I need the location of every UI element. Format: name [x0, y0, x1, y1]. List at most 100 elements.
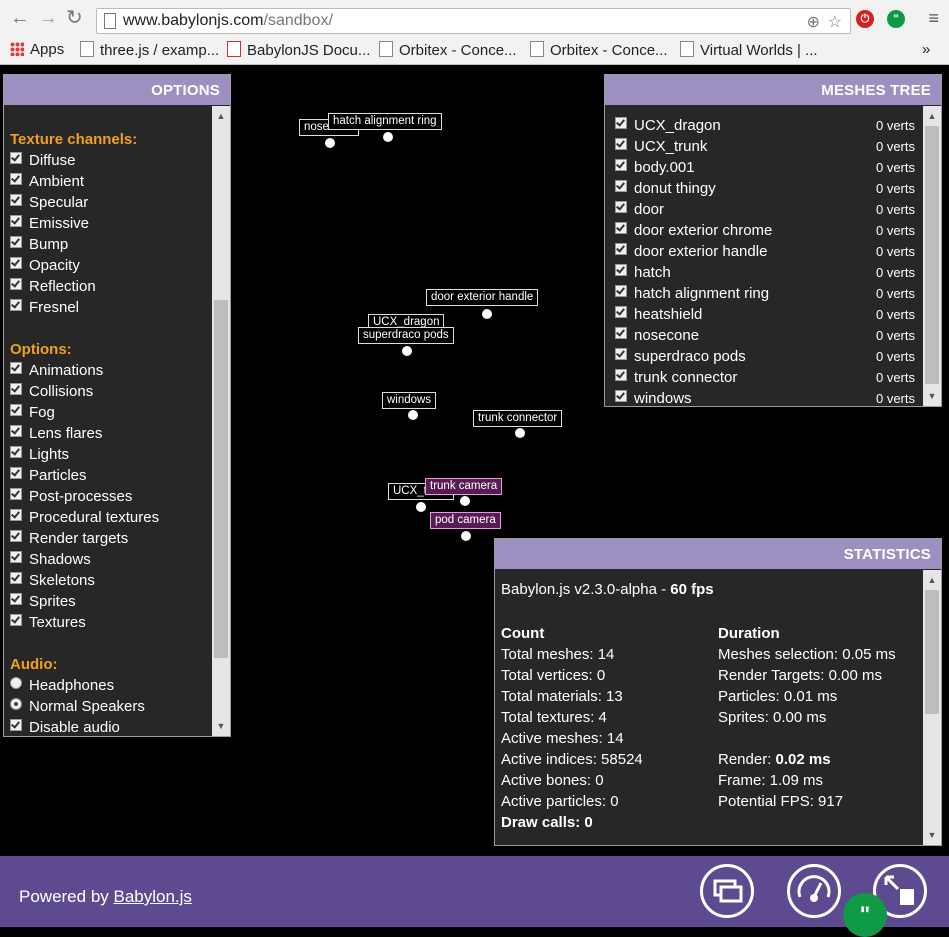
mesh-item[interactable]: door 0 verts: [615, 199, 917, 220]
checkbox[interactable]: [10, 509, 22, 521]
option-opacity[interactable]: Opacity: [10, 255, 210, 276]
option-bump[interactable]: Bump: [10, 234, 210, 255]
option-disable-audio[interactable]: Disable audio: [10, 717, 210, 736]
menu-icon[interactable]: ≡: [928, 8, 939, 29]
radio-button[interactable]: [10, 677, 22, 689]
statistics-scrollbar[interactable]: ▲ ▼: [923, 570, 941, 845]
option-reflection[interactable]: Reflection: [10, 276, 210, 297]
checkbox[interactable]: [615, 369, 627, 381]
scroll-down-icon[interactable]: ▼: [923, 388, 941, 404]
option-ambient[interactable]: Ambient: [10, 171, 210, 192]
debug-layer-button[interactable]: [787, 864, 841, 918]
option-textures[interactable]: Textures: [10, 612, 210, 633]
audio-headphones[interactable]: Headphones: [10, 675, 210, 696]
checkbox[interactable]: [10, 383, 22, 395]
checkbox[interactable]: [10, 404, 22, 416]
option-sprites[interactable]: Sprites: [10, 591, 210, 612]
scene-label-door-exterior-handle[interactable]: door exterior handle: [426, 289, 539, 306]
checkbox[interactable]: [10, 278, 22, 290]
option-lens-flares[interactable]: Lens flares: [10, 423, 210, 444]
bookmark-virtual-worlds[interactable]: Virtual Worlds | ...: [680, 41, 818, 59]
mesh-item[interactable]: donut thingy 0 verts: [615, 178, 917, 199]
checkbox[interactable]: [10, 362, 22, 374]
checkbox[interactable]: [10, 236, 22, 248]
scroll-thumb[interactable]: [214, 300, 228, 658]
checkbox[interactable]: [615, 222, 627, 234]
option-shadows[interactable]: Shadows: [10, 549, 210, 570]
checkbox[interactable]: [615, 243, 627, 255]
bookmark-orbitex-2[interactable]: Orbitex - Conce...: [530, 41, 668, 59]
checkbox[interactable]: [10, 194, 22, 206]
scene-label-hatch-alignment-ring[interactable]: hatch alignment ring: [328, 113, 442, 130]
bookmark-apps[interactable]: Apps: [10, 41, 64, 58]
option-specular[interactable]: Specular: [10, 192, 210, 213]
checkbox[interactable]: [10, 425, 22, 437]
mesh-item[interactable]: heatshield 0 verts: [615, 304, 917, 325]
mesh-item[interactable]: windows 0 verts: [615, 388, 917, 406]
hangouts-extension-icon[interactable]: ": [887, 10, 905, 28]
checkbox[interactable]: [10, 215, 22, 227]
scene-label-trunk-camera[interactable]: trunk camera: [425, 478, 503, 495]
checkbox[interactable]: [10, 614, 22, 626]
stop-extension-icon[interactable]: ⏻: [856, 10, 874, 28]
checkbox[interactable]: [10, 719, 22, 731]
checkbox[interactable]: [10, 488, 22, 500]
checkbox[interactable]: [615, 159, 627, 171]
scroll-up-icon[interactable]: ▲: [923, 108, 941, 124]
checkbox[interactable]: [615, 180, 627, 192]
reload-icon[interactable]: ↻: [66, 8, 83, 28]
option-fresnel[interactable]: Fresnel: [10, 297, 210, 318]
bookmark-babylon-docs[interactable]: BabylonJS Docu...: [227, 41, 370, 59]
checkbox[interactable]: [615, 348, 627, 360]
checkbox[interactable]: [10, 467, 22, 479]
checkbox[interactable]: [10, 572, 22, 584]
option-lights[interactable]: Lights: [10, 444, 210, 465]
option-skeletons[interactable]: Skeletons: [10, 570, 210, 591]
mesh-item[interactable]: hatch 0 verts: [615, 262, 917, 283]
bookmark-threejs[interactable]: three.js / examp...: [80, 41, 219, 59]
more-bookmarks-icon[interactable]: »: [922, 41, 930, 58]
option-particles[interactable]: Particles: [10, 465, 210, 486]
checkbox[interactable]: [615, 390, 627, 402]
scroll-up-icon[interactable]: ▲: [923, 572, 941, 588]
option-emissive[interactable]: Emissive: [10, 213, 210, 234]
mesh-item[interactable]: door exterior chrome 0 verts: [615, 220, 917, 241]
checkbox[interactable]: [615, 201, 627, 213]
address-bar[interactable]: www.babylonjs.com/sandbox/ ⊕ ☆: [96, 8, 851, 34]
forward-arrow-icon[interactable]: →: [38, 8, 58, 28]
scene-label-pod-camera[interactable]: pod camera: [430, 512, 501, 529]
babylonjs-link[interactable]: Babylon.js: [114, 887, 192, 906]
checkbox[interactable]: [10, 173, 22, 185]
option-diffuse[interactable]: Diffuse: [10, 150, 210, 171]
checkbox[interactable]: [615, 138, 627, 150]
scene-label-superdraco-pods[interactable]: superdraco pods: [358, 327, 454, 344]
checkbox[interactable]: [10, 551, 22, 563]
options-scrollbar[interactable]: ▲ ▼: [212, 106, 230, 736]
mesh-item[interactable]: nosecone 0 verts: [615, 325, 917, 346]
radio-button[interactable]: [10, 698, 22, 710]
checkbox[interactable]: [615, 306, 627, 318]
checkbox[interactable]: [615, 264, 627, 276]
meshes-scrollbar[interactable]: ▲ ▼: [923, 106, 941, 406]
option-fog[interactable]: Fog: [10, 402, 210, 423]
mesh-item[interactable]: door exterior handle 0 verts: [615, 241, 917, 262]
audio-normal-speakers[interactable]: Normal Speakers: [10, 696, 210, 717]
checkbox[interactable]: [615, 285, 627, 297]
scene-label-windows[interactable]: windows: [382, 392, 437, 409]
checkbox[interactable]: [10, 299, 22, 311]
scene-label-trunk-connector[interactable]: trunk connector: [473, 410, 563, 427]
scroll-down-icon[interactable]: ▼: [923, 827, 941, 843]
mesh-item[interactable]: UCX_dragon 0 verts: [615, 115, 917, 136]
option-procedural-textures[interactable]: Procedural textures: [10, 507, 210, 528]
bookmark-orbitex-1[interactable]: Orbitex - Conce...: [379, 41, 517, 59]
zoom-icon[interactable]: ⊕: [807, 12, 820, 32]
mesh-item[interactable]: trunk connector 0 verts: [615, 367, 917, 388]
option-collisions[interactable]: Collisions: [10, 381, 210, 402]
checkbox[interactable]: [10, 257, 22, 269]
scroll-up-icon[interactable]: ▲: [212, 108, 230, 124]
checkbox[interactable]: [615, 327, 627, 339]
mesh-item[interactable]: body.001 0 verts: [615, 157, 917, 178]
checkbox[interactable]: [10, 530, 22, 542]
checkbox[interactable]: [615, 117, 627, 129]
option-render-targets[interactable]: Render targets: [10, 528, 210, 549]
